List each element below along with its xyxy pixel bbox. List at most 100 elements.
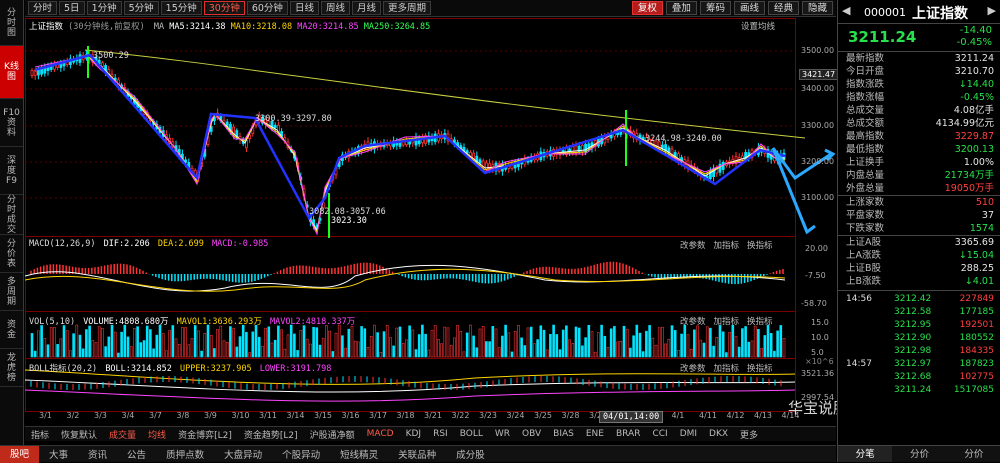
period-tab[interactable]: 15分钟 — [160, 1, 202, 15]
left-nav-item[interactable]: 分时图 — [0, 0, 23, 46]
indicator-tab[interactable]: 成交量 — [103, 428, 142, 441]
indicator-tab[interactable]: WR — [489, 429, 516, 439]
left-nav-item[interactable]: 分价表 — [0, 235, 23, 273]
period-tab[interactable]: 更多周期 — [382, 1, 431, 15]
add-indicator-button[interactable]: 加指标 — [714, 362, 740, 374]
volume-bar — [542, 329, 546, 358]
tick-volume: 102775 — [959, 372, 994, 382]
volume-bar — [117, 352, 120, 358]
volume-bar — [344, 347, 347, 358]
indicator-tab[interactable]: 资金趋势[L2] — [238, 428, 304, 441]
chart-tool-button[interactable]: 复权 — [631, 1, 663, 15]
chart-tool-button[interactable]: 经典 — [767, 1, 799, 15]
edit-params-button[interactable]: 改参数 — [680, 315, 706, 327]
bottom-tab[interactable]: 股吧 — [0, 445, 40, 463]
tick-volume: 177185 — [959, 307, 994, 317]
left-nav-item[interactable]: 龙虎榜 — [0, 349, 23, 387]
volume-bar — [571, 343, 575, 358]
volume-bar — [609, 328, 613, 358]
bottom-tab[interactable]: 资讯 — [78, 447, 117, 461]
indicator-tab[interactable]: BOLL — [454, 429, 489, 439]
quote-row-label: 指数涨跌 — [846, 79, 885, 90]
next-stock-icon[interactable]: ▶ — [988, 4, 996, 17]
bottom-tab[interactable]: 大盘异动 — [214, 447, 272, 461]
indicator-tab[interactable]: BIAS — [547, 429, 580, 439]
indicator-tab[interactable]: 恢复默认 — [55, 428, 103, 441]
quote-row-value: 1574 — [969, 223, 994, 234]
volume-bar — [270, 342, 274, 358]
edit-params-button[interactable]: 改参数 — [680, 362, 706, 374]
period-tab[interactable]: 5日 — [59, 1, 85, 15]
switch-indicator-button[interactable]: 换指标 — [747, 239, 773, 251]
switch-indicator-button[interactable]: 换指标 — [747, 315, 773, 327]
indicator-tab[interactable]: 资金博弈[L2] — [172, 428, 238, 441]
left-nav-item[interactable]: 资金 — [0, 311, 23, 349]
left-nav-item[interactable]: 深度F9 — [0, 147, 23, 195]
period-tab[interactable]: 60分钟 — [246, 1, 288, 15]
bottom-tab[interactable]: 成分股 — [446, 447, 495, 461]
indicator-tab[interactable]: KDJ — [400, 429, 428, 439]
left-nav-item[interactable]: 分时成交 — [0, 195, 23, 235]
bottom-tab[interactable]: 短线精灵 — [330, 447, 388, 461]
arrow-head — [801, 221, 816, 235]
left-nav-item[interactable]: F10资料 — [0, 99, 23, 147]
quote-panel-tab[interactable]: 分笔 — [838, 446, 893, 462]
switch-indicator-button[interactable]: 换指标 — [747, 362, 773, 374]
period-tab[interactable]: 5分钟 — [123, 1, 159, 15]
volume-bar — [497, 347, 501, 358]
macd-dif: DIF:2.206 — [103, 239, 150, 249]
date-axis-label: 3/17 — [369, 411, 387, 420]
indicator-tab[interactable]: BRAR — [610, 429, 646, 439]
indicator-tab[interactable]: MACD — [361, 429, 400, 439]
chart-tool-button[interactable]: 隐藏 — [801, 1, 833, 15]
indicator-tab[interactable]: DKX — [703, 429, 734, 439]
volume-bar — [280, 329, 283, 358]
boll-mid: BOLL:3214.852 — [105, 364, 172, 374]
indicator-tab[interactable]: 沪股通净额 — [304, 428, 361, 441]
kline-chart-area[interactable]: 上证指数 (30分钟线,前复权) MA MA5:3214.38 MA10:321… — [25, 18, 878, 426]
volume-bar — [734, 336, 738, 358]
indicator-tab[interactable]: CCI — [646, 429, 673, 439]
indicator-tab[interactable]: 均线 — [142, 428, 172, 441]
indicator-tab[interactable]: OBV — [516, 429, 547, 439]
left-nav-item[interactable]: K线图 — [0, 46, 23, 99]
ma-settings-button[interactable]: 设置均线 — [741, 20, 775, 32]
period-tab[interactable]: 周线 — [320, 1, 350, 15]
chart-tool-button[interactable]: 叠加 — [665, 1, 697, 15]
period-tab[interactable]: 分时 — [28, 1, 58, 15]
edit-params-button[interactable]: 改参数 — [680, 239, 706, 251]
add-indicator-button[interactable]: 加指标 — [714, 315, 740, 327]
volume-bar — [456, 325, 459, 358]
tick-row: 3212.58 177185 — [838, 306, 1000, 319]
period-tab[interactable]: 30分钟 — [203, 1, 245, 15]
indicator-tab[interactable]: DMI — [674, 429, 703, 439]
chart-tool-button[interactable]: 筹码 — [699, 1, 731, 15]
indicator-tab[interactable]: RSI — [427, 429, 454, 439]
quote-panel-tab[interactable]: 分价 — [892, 446, 946, 462]
bottom-tab[interactable]: 个股异动 — [272, 447, 330, 461]
volume-bar — [625, 328, 629, 358]
quote-row: 内盘总量 21734万手 — [838, 169, 1000, 182]
indicator-tab[interactable]: 指标 — [25, 428, 55, 441]
volume-bar — [213, 348, 216, 358]
bottom-tab[interactable]: 大事 — [39, 447, 78, 461]
quote-panel-tab[interactable]: 分价 — [947, 446, 1000, 462]
period-tab[interactable]: 1分钟 — [86, 1, 122, 15]
quote-row-value: 21734万手 — [944, 170, 994, 181]
volume-bar — [737, 346, 741, 358]
left-nav-item[interactable]: 多周期 — [0, 273, 23, 311]
volume-bar — [555, 334, 559, 358]
volume-bar — [430, 329, 434, 358]
bottom-tab[interactable]: 质押点数 — [156, 447, 214, 461]
add-indicator-button[interactable]: 加指标 — [714, 239, 740, 251]
indicator-tab[interactable]: ENE — [580, 429, 610, 439]
bottom-tab[interactable]: 公告 — [117, 447, 156, 461]
chart-tool-button[interactable]: 画线 — [733, 1, 765, 15]
period-tab[interactable]: 月线 — [351, 1, 381, 15]
volume-bar — [120, 331, 123, 358]
quote-row-value: 19050万手 — [944, 183, 994, 194]
period-tab[interactable]: 日线 — [289, 1, 319, 15]
bottom-tab[interactable]: 关联品种 — [388, 447, 446, 461]
indicator-tab[interactable]: 更多 — [734, 428, 764, 441]
prev-stock-icon[interactable]: ◀ — [842, 4, 850, 17]
